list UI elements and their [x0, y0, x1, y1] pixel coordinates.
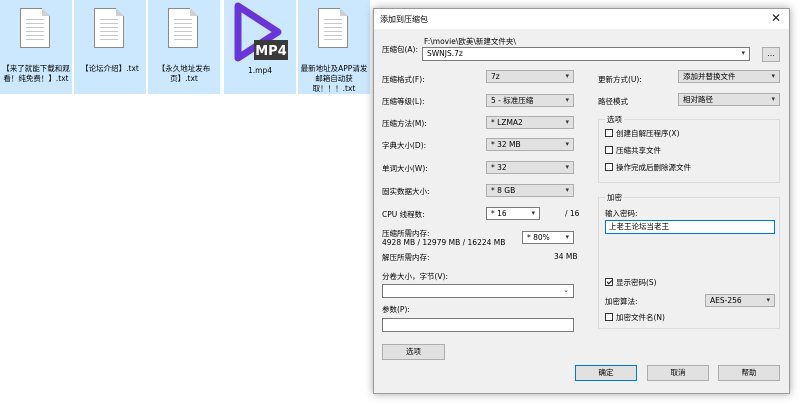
word-label: 单词大小(W): [382, 164, 428, 173]
show-password-checkbox[interactable]: 显示密码(S) [605, 278, 657, 288]
file-name: 1.mp4 [248, 66, 272, 75]
text-file-icon [168, 8, 198, 48]
method-select[interactable]: * LZMA2 ▾ [486, 116, 574, 129]
chevron-down-icon: ▾ [565, 72, 569, 80]
desktop-file-item[interactable]: 【永久地址发布页】.txt [148, 0, 220, 94]
desktop-file-item[interactable]: 【论坛介绍】.txt [74, 0, 146, 94]
close-icon[interactable]: ✕ [771, 11, 781, 25]
path-mode-select[interactable]: 相对路径 ▾ [678, 93, 780, 106]
solid-value: * 8 GB [491, 186, 516, 195]
chevron-down-icon: ▾ [531, 209, 535, 217]
options-group-title: 选项 [605, 114, 624, 125]
mem-decompress-value: 34 MB [554, 252, 578, 261]
desktop-file-item[interactable]: MP4 1.mp4 [224, 0, 296, 94]
level-value: 5 - 标准压缩 [491, 96, 534, 105]
chevron-down-icon: ▾ [565, 118, 569, 126]
play-icon: MP4 [234, 2, 288, 62]
chevron-down-icon: ▾ [771, 95, 775, 103]
chevron-down-icon: ▾ [565, 140, 569, 148]
method-value: * LZMA2 [491, 118, 523, 127]
show-password-label: 显示密码(S) [616, 278, 657, 287]
format-label: 压缩格式(F): [382, 75, 425, 84]
archive-name: SWNJS.7z [427, 49, 463, 58]
password-label: 输入密码: [605, 209, 638, 218]
cpu-select[interactable]: * 16 ▾ [486, 207, 540, 220]
mem-percent-select[interactable]: * 80% ▾ [522, 231, 574, 244]
encrypt-names-label: 加密文件名(N) [616, 313, 665, 322]
path-mode-value: 相对路径 [683, 95, 713, 104]
chevron-down-icon: ▾ [565, 96, 569, 104]
chevron-down-icon: ▾ [565, 233, 569, 241]
chevron-down-icon: ▾ [565, 163, 569, 171]
encrypt-method-label: 加密算法: [605, 297, 638, 306]
encrypt-group-title: 加密 [605, 192, 624, 203]
dialog-title: 添加到压缩包 [380, 15, 428, 24]
password-input[interactable]: 上老王论坛当老王 [605, 220, 775, 234]
mem-compress-detail: 4928 MB / 12979 MB / 16224 MB [382, 238, 506, 247]
sfx-checkbox[interactable]: 创建自解压程序(X) [605, 129, 680, 139]
dialog-titlebar[interactable]: 添加到压缩包 ✕ [374, 9, 789, 29]
archive-label: 压缩包(A): [382, 45, 419, 54]
shared-label: 压缩共享文件 [616, 146, 661, 155]
file-name: 【论坛介绍】.txt [81, 64, 139, 73]
update-select[interactable]: 添加并替换文件 ▾ [678, 70, 780, 83]
desktop-file-item[interactable]: 最新地址及APP请发邮箱自动获取！！！.txt [298, 0, 370, 94]
text-file-icon [318, 8, 348, 48]
cpu-total: / 16 [565, 209, 580, 218]
encrypt-group: 加密 输入密码: 上老王论坛当老王 显示密码(S) 加密算法: AES-256 ▾… [598, 192, 780, 329]
chevron-down-icon[interactable]: ▾ [741, 48, 745, 59]
level-select[interactable]: 5 - 标准压缩 ▾ [486, 94, 574, 107]
level-label: 压缩等级(L): [382, 97, 425, 106]
desktop-file-item[interactable]: 【来了就能下载和观看！纯免费！】.txt [0, 0, 72, 94]
solid-label: 固实数据大小: [382, 187, 430, 196]
encrypt-method-select[interactable]: AES-256 ▾ [705, 294, 775, 307]
browse-button[interactable]: ... [762, 47, 780, 62]
chevron-down-icon[interactable]: ⌄ [563, 285, 569, 296]
text-file-icon [94, 8, 124, 48]
method-label: 压缩方法(M): [382, 119, 427, 128]
dict-label: 字典大小(D): [382, 141, 427, 150]
encrypt-names-checkbox[interactable]: 加密文件名(N) [605, 313, 665, 323]
chevron-down-icon: ▾ [766, 296, 770, 304]
archive-name-combo[interactable]: SWNJS.7z ▾ [422, 47, 750, 61]
params-input[interactable] [382, 318, 574, 332]
cpu-value: * 16 [491, 209, 507, 218]
cpu-label: CPU 线程数: [382, 210, 425, 219]
word-select[interactable]: * 32 ▾ [486, 161, 574, 174]
word-value: * 32 [491, 163, 507, 172]
text-file-icon [20, 8, 50, 48]
mem-percent-value: * 80% [527, 233, 550, 242]
dict-select[interactable]: * 32 MB ▾ [486, 138, 574, 151]
help-button[interactable]: 帮助 [718, 365, 780, 381]
add-to-archive-dialog: 添加到压缩包 ✕ 压缩包(A): F:\movie\欧美\新建文件夹\ SWNJ… [373, 8, 790, 394]
chevron-down-icon: ▾ [565, 186, 569, 194]
update-value: 添加并替换文件 [683, 72, 736, 81]
file-name: 【永久地址发布页】.txt [157, 64, 211, 83]
encrypt-method-value: AES-256 [710, 296, 742, 305]
chevron-down-icon: ▾ [771, 72, 775, 80]
path-mode-label: 路径模式 [598, 97, 628, 106]
delete-label: 操作完成后删除源文件 [616, 163, 691, 172]
file-name: 最新地址及APP请发邮箱自动获取！！！.txt [300, 64, 368, 93]
delete-checkbox[interactable]: 操作完成后删除源文件 [605, 163, 691, 173]
split-label: 分卷大小，字节(V): [382, 272, 449, 281]
options-group: 选项 创建自解压程序(X) 压缩共享文件 操作完成后删除源文件 [598, 114, 780, 183]
params-label: 参数(P): [382, 305, 410, 314]
format-select[interactable]: 7z ▾ [486, 70, 574, 83]
shared-checkbox[interactable]: 压缩共享文件 [605, 146, 661, 156]
file-name: 【来了就能下载和观看！纯免费！】.txt [2, 64, 70, 83]
sfx-label: 创建自解压程序(X) [616, 129, 680, 138]
archive-path: F:\movie\欧美\新建文件夹\ [424, 37, 516, 46]
cancel-button[interactable]: 取消 [647, 365, 709, 381]
split-combo[interactable]: ⌄ [382, 284, 574, 298]
mem-decompress-label: 解压所需内存: [382, 253, 430, 262]
update-label: 更新方式(U): [598, 75, 642, 84]
options-button[interactable]: 选项 [382, 344, 445, 360]
ok-button[interactable]: 确定 [575, 365, 637, 381]
mp4-badge: MP4 [255, 44, 287, 59]
dict-value: * 32 MB [491, 140, 521, 149]
solid-select[interactable]: * 8 GB ▾ [486, 184, 574, 197]
format-value: 7z [491, 72, 500, 81]
